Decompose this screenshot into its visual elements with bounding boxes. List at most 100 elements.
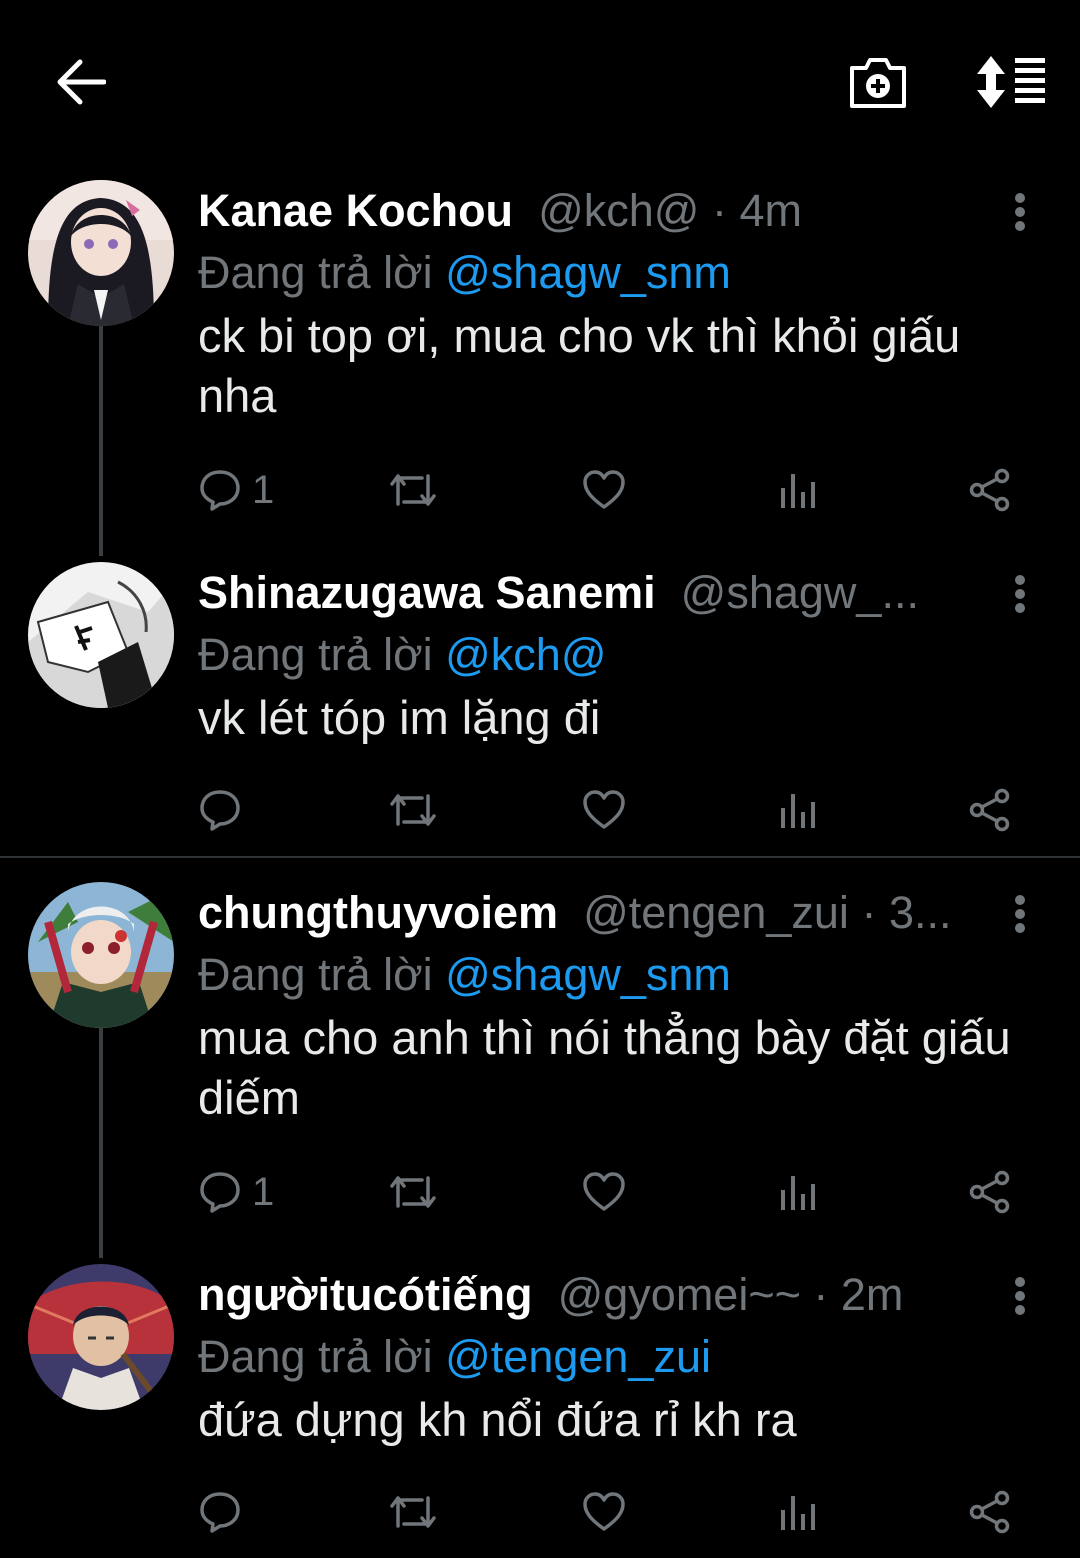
handle: @tengen_zui (583, 887, 849, 938)
more-options-button[interactable] (1000, 566, 1040, 622)
more-vertical-icon (1015, 575, 1025, 613)
analytics-icon (781, 794, 815, 828)
retweet-button[interactable] (388, 1162, 438, 1222)
reply-icon (200, 1492, 240, 1533)
share-button[interactable] (968, 1482, 1012, 1542)
replying-to: Đang trả lời @shagw_snm (198, 242, 731, 304)
mention-link[interactable]: @kch@ (445, 629, 606, 680)
reply-button[interactable]: 1 (198, 1162, 274, 1222)
retweet-icon (390, 1496, 436, 1528)
views-button[interactable] (778, 460, 818, 520)
handle: @gyomei~~ (557, 1269, 801, 1320)
timestamp: 3... (888, 887, 952, 938)
replying-label: Đang trả lời (198, 247, 446, 298)
tweet-header: ngườitucótiếng @gyomei~~ · 2m (198, 1264, 988, 1326)
camera-add-icon (850, 58, 906, 108)
thread-line (99, 326, 103, 556)
replying-to: Đang trả lời @tengen_zui (198, 1326, 711, 1388)
replying-to: Đang trả lời @kch@ (198, 624, 607, 686)
tweet-text: ck bi top ơi, mua cho vk thì khỏi giấu n… (198, 309, 961, 422)
share-button[interactable] (968, 1162, 1012, 1222)
tweet-header: Kanae Kochou @kch@ · 4m (198, 180, 988, 242)
avatar[interactable] (28, 180, 174, 326)
share-icon (969, 788, 1010, 832)
retweet-icon (390, 794, 436, 826)
analytics-icon (781, 474, 815, 508)
retweet-button[interactable] (388, 460, 438, 520)
camera-button[interactable] (838, 44, 918, 120)
more-options-button[interactable] (1000, 184, 1040, 240)
top-bar (0, 0, 1080, 160)
replying-label: Đang trả lời (198, 949, 446, 1000)
mention-link[interactable]: @tengen_zui (445, 1331, 711, 1382)
like-button[interactable] (582, 460, 626, 520)
display-name[interactable]: Shinazugawa Sanemi (198, 567, 656, 618)
tweet-text: vk lét tóp im lặng đi (198, 691, 601, 744)
reply-icon (200, 470, 240, 511)
arrow-left-icon (57, 59, 106, 105)
share-icon (969, 1170, 1010, 1214)
like-button[interactable] (582, 1482, 626, 1542)
sort-button[interactable] (966, 44, 1056, 120)
tweet-4[interactable]: ngườitucótiếng @gyomei~~ · 2m Đang trả l… (0, 1264, 1080, 1554)
mention-link[interactable]: @shagw_snm (445, 247, 731, 298)
replying-label: Đang trả lời (198, 1331, 446, 1382)
replying-to: Đang trả lời @shagw_snm (198, 944, 731, 1006)
thread-line (99, 1028, 103, 1258)
timestamp: 2m (840, 1269, 904, 1320)
separator: · (699, 185, 740, 236)
tweet-2[interactable]: Shinazugawa Sanemi @shagw_... Đang trả l… (0, 562, 1080, 852)
reply-button[interactable]: 1 (198, 460, 274, 520)
reply-icon (200, 1172, 240, 1213)
views-button[interactable] (778, 1482, 818, 1542)
more-vertical-icon (1015, 895, 1025, 933)
more-vertical-icon (1015, 193, 1025, 231)
tweet-1[interactable]: Kanae Kochou @kch@ · 4m Đang trả lời @sh… (0, 180, 1080, 556)
tweet-actions (198, 1482, 1028, 1542)
mention-link[interactable]: @shagw_snm (445, 949, 731, 1000)
avatar[interactable] (28, 1264, 174, 1410)
like-button[interactable] (582, 780, 626, 840)
timestamp: 4m (739, 185, 802, 236)
display-name[interactable]: chungthuyvoiem (198, 887, 558, 938)
heart-icon (583, 790, 625, 829)
handle: @shagw_... (680, 567, 919, 618)
retweet-icon (390, 474, 436, 506)
more-options-button[interactable] (1000, 1268, 1040, 1324)
tweet-header: chungthuyvoiem @tengen_zui · 3... (198, 882, 988, 944)
replying-label: Đang trả lời (198, 629, 446, 680)
reply-button[interactable] (198, 780, 252, 840)
back-button[interactable] (40, 44, 120, 120)
reply-button[interactable] (198, 1482, 252, 1542)
tweet-header: Shinazugawa Sanemi @shagw_... (198, 562, 988, 624)
retweet-button[interactable] (388, 780, 438, 840)
heart-icon (583, 1492, 625, 1531)
tweet-actions: 1 (198, 460, 1028, 520)
tweet-3[interactable]: chungthuyvoiem @tengen_zui · 3... Đang t… (0, 882, 1080, 1258)
share-button[interactable] (968, 780, 1012, 840)
analytics-icon (781, 1496, 815, 1530)
thread-divider (0, 856, 1080, 858)
share-button[interactable] (968, 460, 1012, 520)
analytics-icon (781, 1176, 815, 1210)
handle: @kch@ (538, 185, 700, 236)
display-name[interactable]: Kanae Kochou (198, 185, 513, 236)
heart-icon (583, 470, 625, 509)
views-button[interactable] (778, 780, 818, 840)
heart-icon (583, 1172, 625, 1211)
reply-count: 1 (252, 1169, 275, 1214)
tweet-text: đứa dựng kh nổi đứa rỉ kh ra (198, 1393, 797, 1446)
reply-icon (200, 790, 240, 831)
like-button[interactable] (582, 1162, 626, 1222)
retweet-button[interactable] (388, 1482, 438, 1542)
avatar[interactable] (28, 882, 174, 1028)
retweet-icon (390, 1176, 436, 1208)
tweet-actions: 1 (198, 1162, 1028, 1222)
reply-count: 1 (252, 467, 275, 512)
display-name[interactable]: ngườitucótiếng (198, 1269, 533, 1320)
tweet-text: mua cho anh thì nói thẳng bày đặt giấu d… (198, 1011, 1011, 1124)
avatar[interactable] (28, 562, 174, 708)
more-options-button[interactable] (1000, 886, 1040, 942)
views-button[interactable] (778, 1162, 818, 1222)
share-icon (969, 1490, 1010, 1534)
